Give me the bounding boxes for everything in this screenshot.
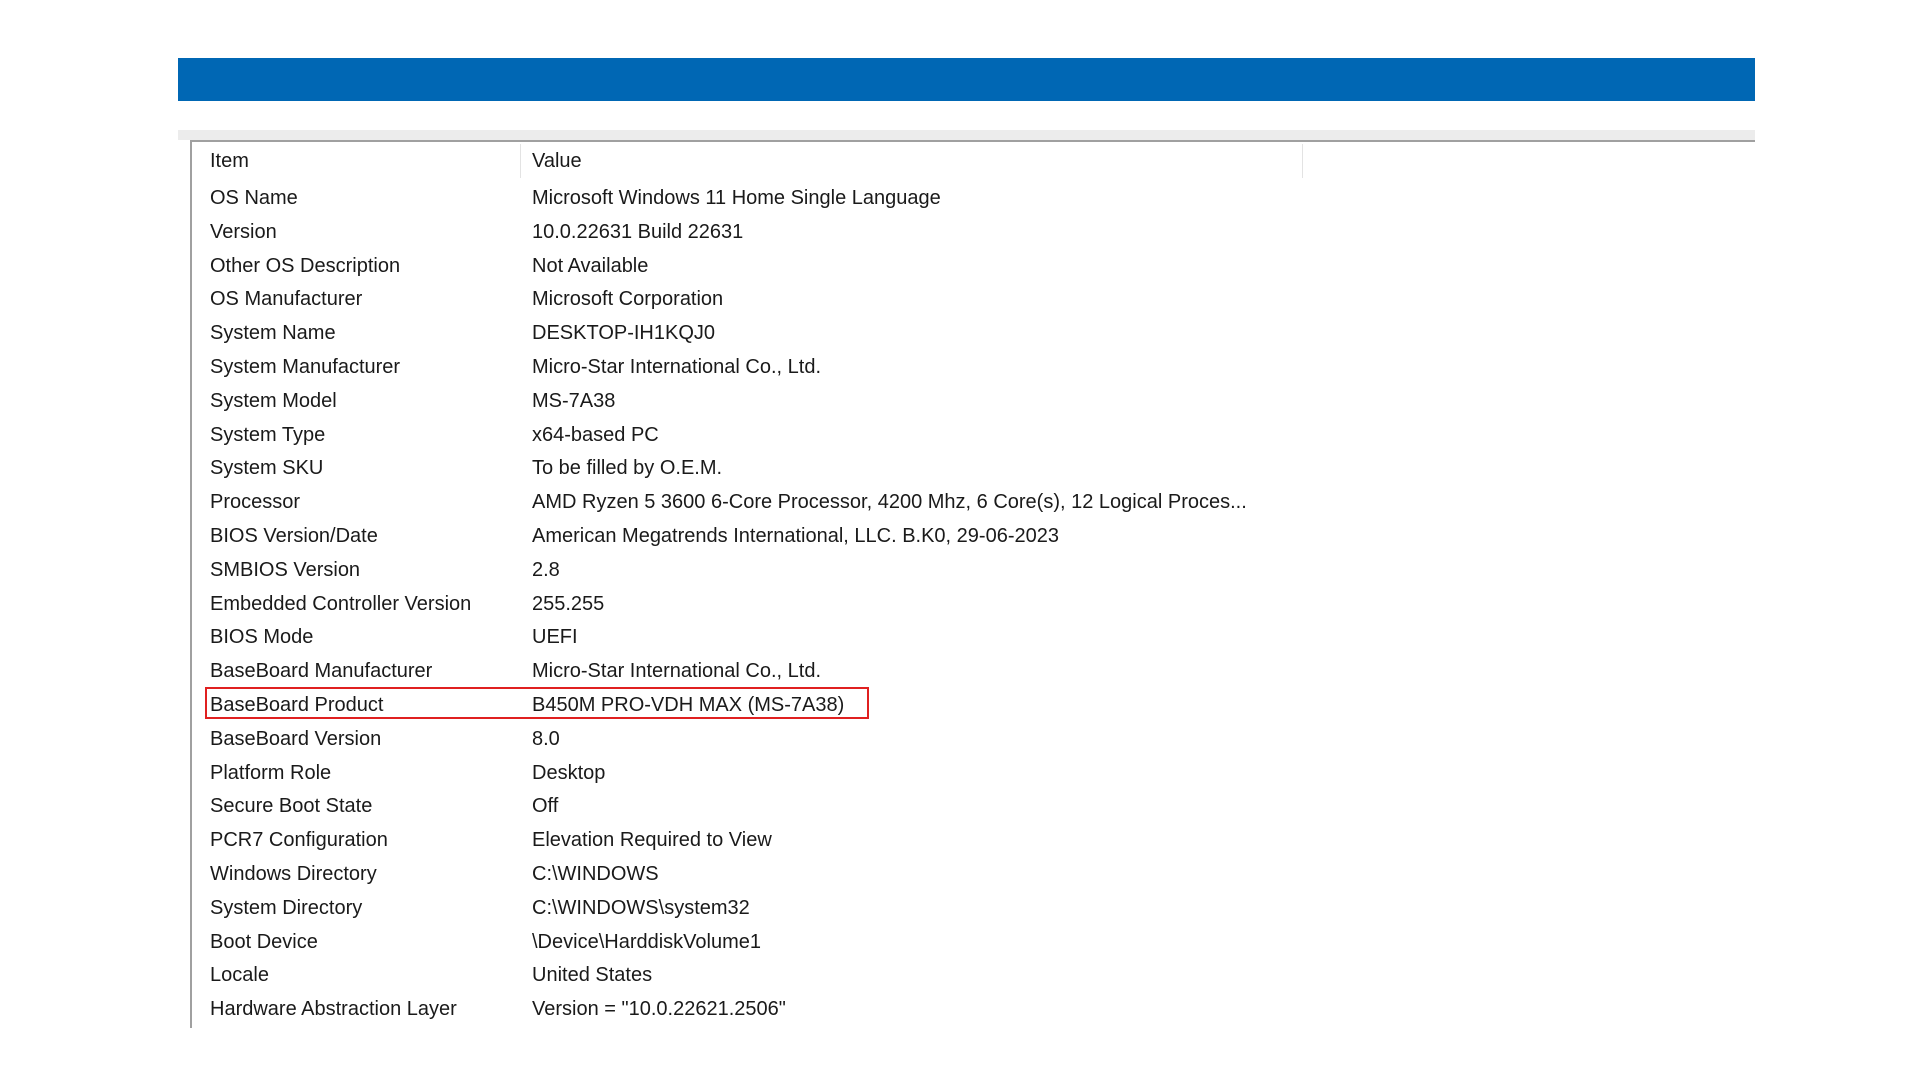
item-cell: System Directory [210,896,363,919]
list-rows: OS Name Microsoft Windows 11 Home Single … [194,182,1734,1027]
item-cell: Boot Device [210,930,318,953]
table-row[interactable]: Hardware Abstraction Layer Version = "10.… [194,993,1734,1027]
value-cell: 8.0 [532,727,560,750]
item-cell: BaseBoard Manufacturer [210,660,433,683]
item-cell: BaseBoard Version [210,727,382,750]
item-cell: Locale [210,964,269,987]
value-cell: MS-7A38 [532,389,616,412]
table-row[interactable]: BaseBoard Manufacturer Micro-Star Interna… [194,655,1734,689]
table-row[interactable]: System Type x64-based PC [194,419,1734,453]
item-cell: BIOS Version/Date [210,524,378,547]
item-cell: Platform Role [210,761,332,784]
table-row[interactable]: Locale United States [194,959,1734,993]
table-row[interactable]: System SKU To be filled by O.E.M. [194,452,1734,486]
value-cell: 10.0.22631 Build 22631 [532,220,744,243]
table-row[interactable]: Boot Device \Device\HarddiskVolume1 [194,926,1734,960]
table-row[interactable]: Windows Directory C:\WINDOWS [194,858,1734,892]
value-cell: Not Available [532,254,649,277]
table-row[interactable]: BIOS Mode UEFI [194,621,1734,655]
value-cell: American Megatrends International, LLC. … [532,524,1059,547]
item-cell: System Name [210,322,336,345]
table-row[interactable]: BIOS Version/Date American Megatrends Int… [194,520,1734,554]
table-row[interactable]: System Directory C:\WINDOWS\system32 [194,892,1734,926]
system-summary-list: Item Value OS Name Microsoft Windows 11 H… [178,140,1755,1028]
value-cell: Micro-Star International Co., Ltd. [532,660,822,683]
table-row[interactable]: System Manufacturer Micro-Star Internatio… [194,351,1734,385]
item-cell: Version [210,220,277,243]
toolbar-strip [178,130,1755,140]
column-divider[interactable] [1302,144,1303,178]
table-row[interactable]: Version 10.0.22631 Build 22631 [194,216,1734,250]
value-cell: Microsoft Windows 11 Home Single Languag… [532,187,941,209]
item-cell: Embedded Controller Version [210,592,472,615]
value-cell: Desktop [532,761,606,784]
item-cell: Secure Boot State [210,795,373,818]
highlight-annotation-box [205,687,869,719]
value-cell: 255.255 [532,592,605,615]
window-title-bar [178,58,1755,101]
value-cell: United States [532,964,653,987]
value-cell: 2.8 [532,558,560,581]
item-cell: Hardware Abstraction Layer [210,998,457,1021]
value-cell: Elevation Required to View [532,829,772,852]
column-header-item[interactable]: Item [210,142,249,180]
table-row[interactable]: Other OS Description Not Available [194,250,1734,284]
item-cell: OS Name [210,187,298,209]
item-cell: System SKU [210,457,324,480]
item-cell: SMBIOS Version [210,558,361,581]
table-row[interactable]: SMBIOS Version 2.8 [194,554,1734,588]
item-cell: OS Manufacturer [210,288,363,311]
item-cell: PCR7 Configuration [210,829,388,852]
table-row[interactable]: Embedded Controller Version 255.255 [194,588,1734,622]
value-cell: C:\WINDOWS\system32 [532,896,750,919]
table-row[interactable]: Secure Boot State Off [194,790,1734,824]
list-header: Item Value [194,142,1464,180]
table-row[interactable]: OS Manufacturer Microsoft Corporation [194,283,1734,317]
table-row[interactable]: Processor AMD Ryzen 5 3600 6-Core Process… [194,486,1734,520]
column-header-value[interactable]: Value [532,142,582,180]
item-cell: Processor [210,491,301,514]
value-cell: UEFI [532,626,578,649]
table-row[interactable]: OS Name Microsoft Windows 11 Home Single … [194,182,1734,216]
list-border-left [190,140,192,1028]
table-row[interactable]: System Model MS-7A38 [194,385,1734,419]
value-cell: Off [532,795,559,818]
item-cell: System Type [210,423,326,446]
value-cell: C:\WINDOWS [532,862,659,885]
value-cell: \Device\HarddiskVolume1 [532,930,761,953]
value-cell: AMD Ryzen 5 3600 6-Core Processor, 4200 … [532,491,1247,514]
table-row[interactable]: System Name DESKTOP-IH1KQJ0 [194,317,1734,351]
column-divider[interactable] [520,144,521,178]
item-cell: Windows Directory [210,862,377,885]
value-cell: x64-based PC [532,423,659,446]
item-cell: System Model [210,389,337,412]
item-cell: BIOS Mode [210,626,314,649]
table-row[interactable]: Platform Role Desktop [194,757,1734,791]
table-row[interactable]: BaseBoard Version 8.0 [194,723,1734,757]
value-cell: DESKTOP-IH1KQJ0 [532,322,716,345]
value-cell: Micro-Star International Co., Ltd. [532,355,822,378]
value-cell: Version = "10.0.22621.2506" [532,998,786,1021]
value-cell: Microsoft Corporation [532,288,724,311]
item-cell: Other OS Description [210,254,401,277]
table-row[interactable]: PCR7 Configuration Elevation Required to … [194,824,1734,858]
item-cell: System Manufacturer [210,355,401,378]
value-cell: To be filled by O.E.M. [532,457,723,480]
